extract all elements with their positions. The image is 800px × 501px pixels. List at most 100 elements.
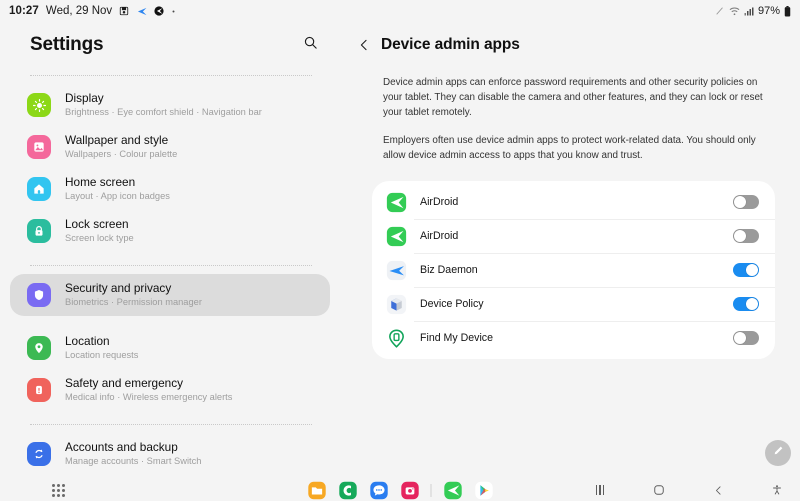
toggle-knob (734, 332, 746, 344)
black-circle-icon (154, 6, 164, 16)
list-item[interactable]: AirDroid (372, 185, 775, 219)
sidebar-item-sublabel: Location requests (65, 350, 139, 360)
sidebar-item-lock-screen[interactable]: Lock screen Screen lock type (10, 210, 330, 252)
phone-icon[interactable] (338, 480, 358, 500)
detail-header: Device admin apps (340, 22, 800, 68)
battery-icon (784, 5, 791, 17)
toggle-knob (746, 298, 758, 310)
home-square-icon[interactable] (650, 481, 668, 499)
airdroid-icon (136, 7, 147, 16)
sidebar-item-label: Display (65, 91, 104, 105)
detail-panel: Device admin apps Device admin apps can … (340, 22, 800, 479)
edit-pencil-icon (772, 444, 785, 462)
app-name: AirDroid (420, 230, 459, 242)
sidebar-item-text: Accounts and backup Manage accounts · Sm… (65, 440, 201, 468)
app-name: AirDroid (420, 196, 459, 208)
camera-icon[interactable] (400, 480, 420, 500)
sidebar-item-sublabel: Wallpapers · Colour palette (65, 149, 178, 159)
sidebar-item-safety-and-emergency[interactable]: Safety and emergency Medical info · Wire… (10, 369, 330, 411)
sidebar-item-location[interactable]: Location Location requests (10, 327, 330, 369)
sidebar-item-sublabel: Manage accounts · Smart Switch (65, 456, 202, 466)
sidebar-item-label: Home screen (65, 175, 136, 189)
description-block: Device admin apps can enforce password r… (340, 68, 800, 163)
sidebar-item-text: Security and privacy Biometrics · Permis… (65, 281, 202, 309)
admin-toggle[interactable] (733, 297, 759, 311)
sidebar-item-text: Display Brightness · Eye comfort shield … (65, 91, 262, 119)
pen-icon (715, 6, 725, 16)
description-paragraph-2: Employers often use device admin apps to… (383, 135, 756, 161)
play-store-icon[interactable] (474, 480, 494, 500)
tablet-screen: 10:27 Wed, 29 Nov 97% Settings Display B… (0, 0, 800, 501)
sidebar-item-text: Location Location requests (65, 334, 138, 362)
recents-icon[interactable] (591, 481, 609, 499)
sidebar-item-label: Accounts and backup (65, 440, 178, 454)
back-chevron-icon[interactable] (709, 481, 727, 499)
airdroid-icon (386, 192, 407, 213)
detail-title: Device admin apps (381, 36, 520, 53)
description-paragraph-1: Device admin apps can enforce password r… (383, 77, 763, 118)
admin-toggle[interactable] (733, 229, 759, 243)
sidebar-item-sublabel: Medical info · Wireless emergency alerts (65, 392, 233, 402)
toggle-knob (734, 230, 746, 242)
screenshot-icon (119, 6, 129, 16)
sidebar-item-sublabel: Screen lock type (65, 233, 134, 243)
navigation-bar (591, 481, 786, 499)
admin-toggle[interactable] (733, 195, 759, 209)
lock-icon (27, 219, 51, 243)
toggle-knob (734, 196, 746, 208)
admin-toggle[interactable] (733, 331, 759, 345)
sidebar-item-sublabel: Brightness · Eye comfort shield · Naviga… (65, 107, 262, 117)
sidebar-item-security-and-privacy[interactable]: Security and privacy Biometrics · Permis… (10, 274, 330, 316)
list-item[interactable]: Device Policy (372, 287, 775, 321)
list-item[interactable]: Biz Daemon (372, 253, 775, 287)
list-item[interactable]: AirDroid (372, 219, 775, 253)
accessibility-icon[interactable] (768, 481, 786, 499)
find-my-device-icon (386, 328, 407, 349)
sidebar-item-wallpaper-and-style[interactable]: Wallpaper and style Wallpapers · Colour … (10, 126, 330, 168)
status-time: 10:27 (9, 5, 39, 17)
location-pin-icon (27, 336, 51, 360)
admin-toggle[interactable] (733, 263, 759, 277)
app-name: Device Policy (420, 298, 484, 310)
status-bar: 10:27 Wed, 29 Nov 97% (0, 0, 800, 22)
sidebar-divider-1 (30, 75, 312, 76)
sidebar-item-text: Safety and emergency Medical info · Wire… (65, 376, 232, 404)
app-name: Find My Device (420, 332, 493, 344)
status-bar-left: 10:27 Wed, 29 Nov (9, 5, 176, 17)
search-icon[interactable] (303, 35, 318, 55)
biz-daemon-icon (386, 260, 407, 281)
sidebar-header: Settings (0, 22, 340, 68)
list-item[interactable]: Find My Device (372, 321, 775, 355)
sidebar-item-display[interactable]: Display Brightness · Eye comfort shield … (10, 84, 330, 126)
signal-icon (744, 7, 754, 16)
chevron-left-icon[interactable] (351, 32, 377, 58)
page-title: Settings (30, 34, 104, 55)
battery-percent: 97% (757, 5, 780, 17)
sidebar-item-home-screen[interactable]: Home screen Layout · App icon badges (10, 168, 330, 210)
sidebar-item-sublabel: Biometrics · Permission manager (65, 297, 202, 307)
sidebar-item-accounts-and-backup[interactable]: Accounts and backup Manage accounts · Sm… (10, 433, 330, 475)
airdroid-icon[interactable] (443, 480, 463, 500)
taskbar-dock (307, 480, 494, 500)
sidebar-item-label: Lock screen (65, 217, 129, 231)
wallpaper-icon (27, 135, 51, 159)
settings-sidebar: Settings Display Brightness · Eye comfor… (0, 22, 340, 479)
admin-apps-card: AirDroid AirDroid Biz Daemon Device Poli… (372, 181, 775, 359)
sidebar-item-text: Home screen Layout · App icon badges (65, 175, 170, 203)
sidebar-item-label: Safety and emergency (65, 376, 184, 390)
sidebar-item-text: Lock screen Screen lock type (65, 217, 134, 245)
device-policy-icon (386, 294, 407, 315)
app-name: Biz Daemon (420, 264, 478, 276)
shield-icon (27, 283, 51, 307)
toggle-knob (746, 264, 758, 276)
app-drawer-icon[interactable] (52, 483, 65, 497)
dot-icon (171, 9, 176, 14)
folder-icon[interactable] (307, 480, 327, 500)
wifi-icon (729, 7, 740, 16)
edit-fab-button[interactable] (765, 440, 791, 466)
airdroid-icon (386, 226, 407, 247)
sidebar-divider-2 (30, 265, 312, 266)
taskbar (0, 479, 800, 501)
dock-divider (430, 483, 432, 497)
message-icon[interactable] (369, 480, 389, 500)
